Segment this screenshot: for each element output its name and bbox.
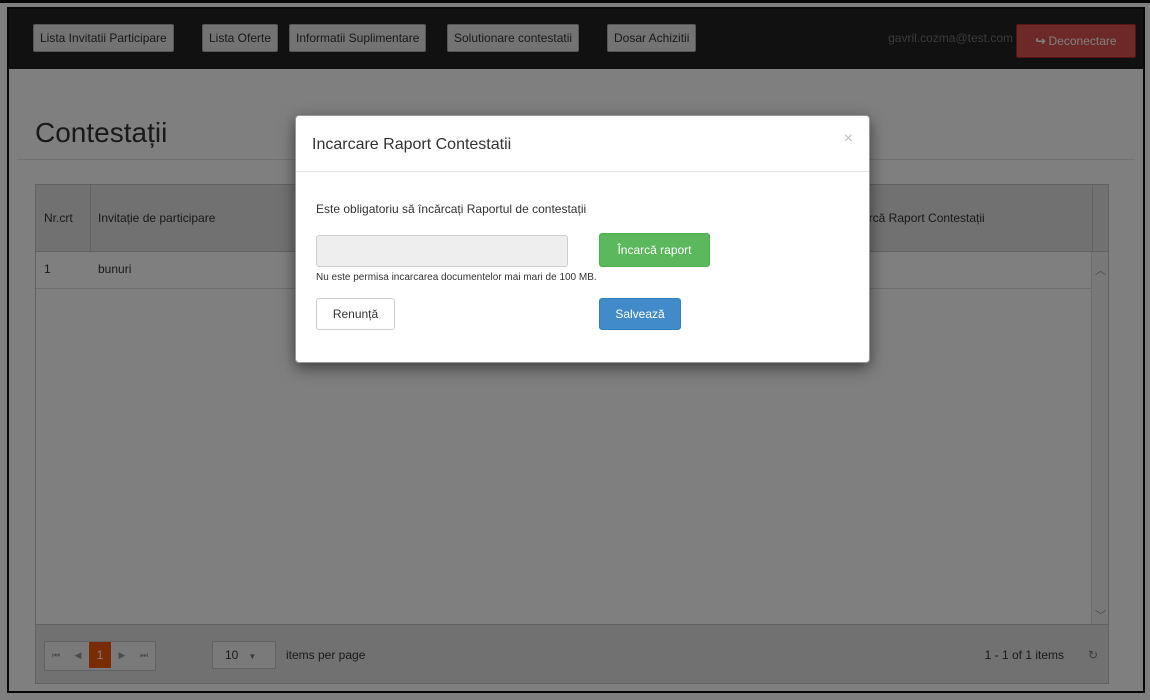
file-size-hint: Nu este permisa incarcarea documentelor … [316, 272, 597, 283]
save-button[interactable]: Salvează [599, 298, 681, 330]
close-icon[interactable]: × [844, 130, 853, 148]
upload-report-button[interactable]: Încarcă raport [599, 233, 710, 267]
modal-divider [296, 171, 869, 172]
modal-title: Incarcare Raport Contestatii [312, 136, 512, 153]
upload-report-modal: Incarcare Raport Contestatii × Este obli… [295, 115, 870, 363]
cancel-button[interactable]: Renunță [316, 298, 395, 330]
modal-message: Este obligatoriu să încărcați Raportul d… [316, 202, 587, 216]
file-path-field[interactable] [316, 235, 568, 267]
